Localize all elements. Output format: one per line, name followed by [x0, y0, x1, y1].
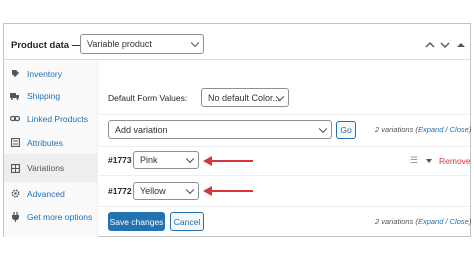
variations-count-bottom: 2 variations (Expand / Close) [375, 217, 471, 226]
chevron-up-icon[interactable] [424, 41, 436, 51]
chevron-down-icon [185, 185, 195, 195]
close-link[interactable]: Close [450, 217, 469, 226]
sidebar-item-label: Linked Products [27, 113, 88, 124]
default-form-label: Default Form Values: [108, 93, 188, 103]
sidebar-item-label: Shipping [27, 90, 61, 101]
sidebar-item-variations[interactable]: Variations [4, 154, 98, 182]
sidebar-item-advanced[interactable]: Advanced [4, 181, 98, 206]
variation-color-value: Yellow [140, 186, 166, 196]
chevron-down-icon[interactable] [439, 41, 451, 51]
save-changes-label: Save changes [109, 216, 164, 227]
go-button[interactable]: Go [336, 121, 356, 139]
product-data-header: Product data — Variable product [4, 24, 470, 60]
close-link[interactable]: Close [450, 125, 469, 134]
variations-count-top: 2 variations (Expand / Close) [375, 125, 471, 134]
annotation-arrow [211, 160, 253, 162]
sidebar-item-label: Advanced [27, 188, 65, 199]
variation-action-select[interactable]: Add variation [108, 120, 332, 139]
product-data-panel: Product data — Variable product Inventor… [3, 23, 471, 237]
tag-icon [10, 138, 20, 148]
sidebar-item-linked-products[interactable]: Linked Products [4, 106, 98, 131]
sidebar-item-attributes[interactable]: Attributes [4, 130, 98, 155]
product-type-select[interactable]: Variable product [80, 34, 204, 54]
sidebar-item-label: Attributes [27, 137, 63, 148]
variations-count-text: 2 variations ( [375, 217, 418, 226]
variation-color-value: Pink [140, 155, 158, 165]
truck-icon [10, 91, 20, 101]
go-button-label: Go [340, 125, 352, 135]
variation-id: #1773 [108, 155, 132, 165]
inventory-icon [10, 69, 20, 79]
divider [99, 206, 470, 207]
grid-icon [10, 163, 20, 173]
cancel-label: Cancel [173, 216, 201, 227]
annotation-arrow [211, 190, 253, 192]
collapse-arrow-icon[interactable] [455, 41, 467, 51]
chevron-down-icon [185, 154, 195, 164]
expand-link[interactable]: Expand [418, 217, 443, 226]
product-data-title: Product data — [11, 40, 82, 51]
sidebar-item-label: Inventory [27, 68, 62, 79]
variation-color-select[interactable]: Pink [133, 151, 199, 169]
variations-panel: Default Form Values: No default Color...… [99, 61, 471, 237]
chevron-down-icon [190, 38, 200, 48]
sidebar-item-get-more-options[interactable]: Get more options [4, 204, 98, 229]
product-data-tabs: Inventory Shipping Linked Products Attri… [4, 61, 98, 237]
sidebar-item-label: Get more options [27, 211, 93, 222]
remove-link[interactable]: Remove [439, 156, 471, 166]
product-type-value: Variable product [87, 39, 152, 49]
cancel-button[interactable]: Cancel [170, 212, 204, 231]
drag-handle-icon[interactable]: ☰ [410, 155, 418, 166]
link-icon [10, 114, 20, 124]
variation-action-value: Add variation [115, 124, 168, 135]
variations-count-text: 2 variations ( [375, 125, 418, 134]
gear-icon [10, 189, 20, 199]
default-color-select[interactable]: No default Color... [201, 88, 289, 107]
divider [99, 146, 470, 147]
expand-link[interactable]: Expand [418, 125, 443, 134]
variation-color-select[interactable]: Yellow [133, 182, 199, 200]
count-suffix: ) [468, 217, 472, 226]
default-color-value: No default Color... [208, 92, 281, 103]
variation-id: #1772 [108, 186, 132, 196]
expand-caret-icon[interactable] [426, 159, 432, 163]
save-changes-button[interactable]: Save changes [108, 212, 165, 231]
count-suffix: ) [468, 125, 472, 134]
plug-icon [10, 211, 20, 222]
divider [99, 114, 470, 115]
sidebar-item-label: Variations [27, 163, 65, 173]
sidebar-item-shipping[interactable]: Shipping [4, 83, 98, 108]
divider [99, 175, 470, 176]
chevron-down-icon [318, 124, 328, 133]
